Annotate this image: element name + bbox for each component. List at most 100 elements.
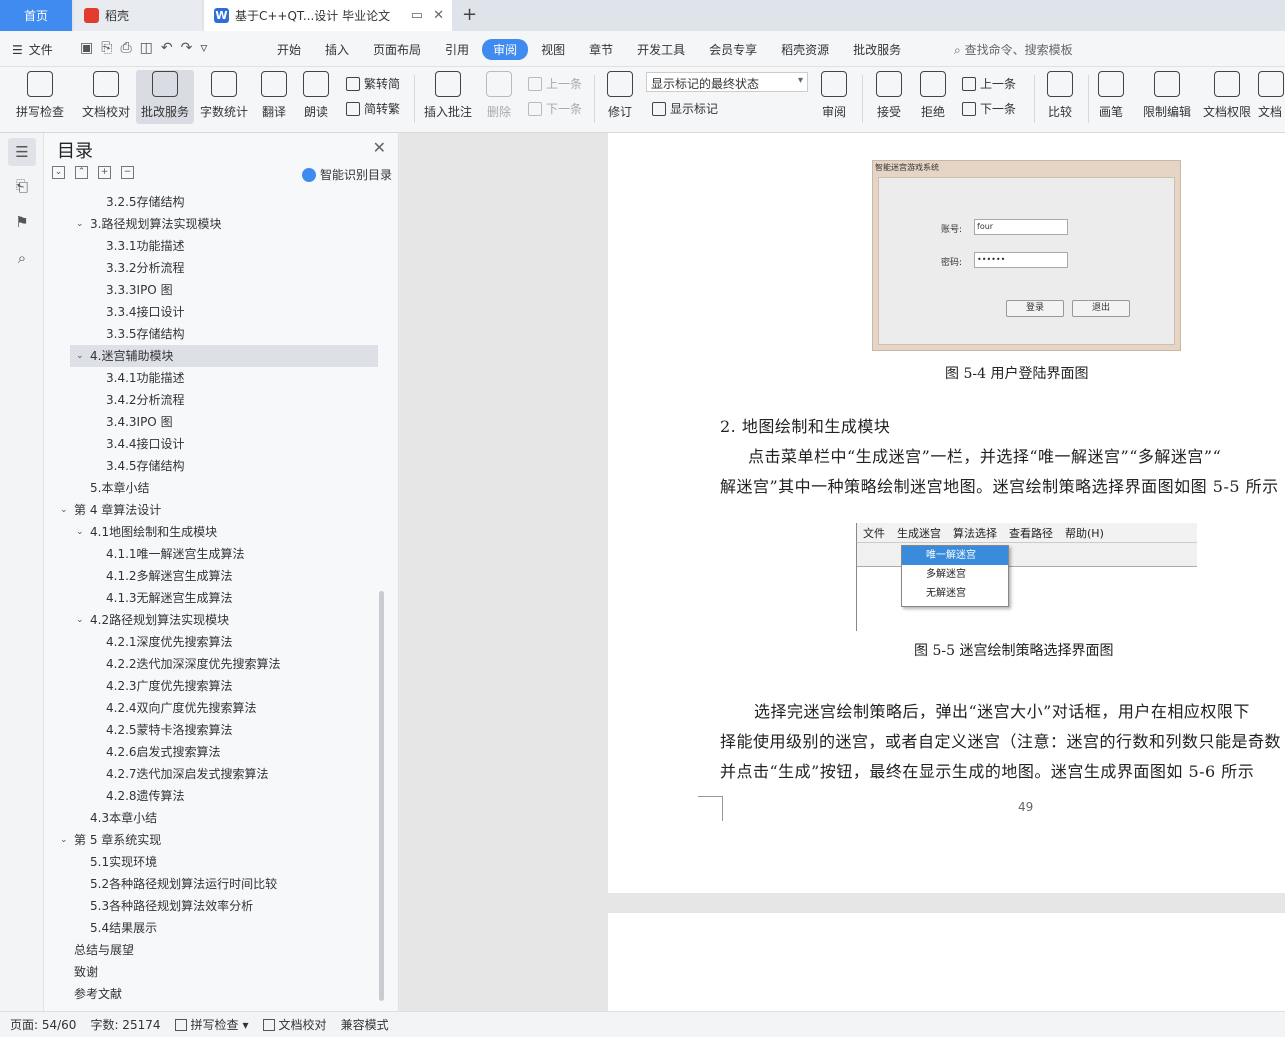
document-more-button[interactable]: 文档 bbox=[1258, 70, 1285, 124]
spell-check-toggle[interactable]: 拼写检查 ▾ bbox=[174, 1016, 249, 1033]
chevron-down-icon[interactable]: ⌄ bbox=[76, 609, 84, 631]
print-icon[interactable]: ⎙ bbox=[120, 40, 131, 56]
toc-item[interactable]: 3.3.4接口设计 bbox=[44, 301, 384, 323]
track-changes-button[interactable]: 修订 bbox=[600, 70, 640, 124]
toc-item[interactable]: ⌄ 4.2路径规划算法实现模块 bbox=[44, 609, 384, 631]
menu-tab[interactable]: 插入 bbox=[314, 39, 360, 60]
tab-document[interactable]: W 基于C++QT...设计 毕业论文 ▭ ✕ bbox=[204, 0, 452, 31]
page-indicator[interactable]: 页面: 54/60 bbox=[10, 1016, 76, 1033]
toc-item[interactable]: ⌄ 第 4 章算法设计 bbox=[44, 499, 384, 521]
bookmark-rail-icon[interactable]: ⚑ bbox=[8, 208, 36, 236]
restrict-editing-button[interactable]: 限制编辑 bbox=[1138, 70, 1196, 124]
chevron-down-icon[interactable]: ⌄ bbox=[60, 499, 68, 521]
undo-icon[interactable]: ↶ bbox=[161, 40, 173, 56]
toc-item[interactable]: 3.4.4接口设计 bbox=[44, 433, 384, 455]
toc-item[interactable]: 3.3.1功能描述 bbox=[44, 235, 384, 257]
prev-change-button[interactable]: 上一条 bbox=[962, 75, 1016, 92]
toc-item[interactable]: ⌄ 3.路径规划算法实现模块 bbox=[44, 213, 384, 235]
menu-tab[interactable]: 稻壳资源 bbox=[770, 39, 840, 60]
toc-item[interactable]: 4.2.5蒙特卡洛搜索算法 bbox=[44, 719, 384, 741]
customize-icon[interactable]: ▿ bbox=[200, 40, 207, 56]
menu-tab[interactable]: 开发工具 bbox=[626, 39, 696, 60]
toc-item[interactable]: 5.2各种路径规划算法运行时间比较 bbox=[44, 873, 384, 895]
save-icon[interactable]: ▣ bbox=[80, 40, 93, 56]
toc-item[interactable]: 3.4.2分析流程 bbox=[44, 389, 384, 411]
search-rail-icon[interactable]: ⌕ bbox=[8, 244, 36, 272]
file-menu[interactable]: ☰ 文件 bbox=[12, 41, 53, 58]
compare-button[interactable]: 比较 bbox=[1040, 70, 1080, 124]
toc-item[interactable]: 4.3本章小结 bbox=[44, 807, 384, 829]
toc-item[interactable]: 致谢 bbox=[44, 961, 384, 983]
trad-to-simp-button[interactable]: 繁转简 bbox=[346, 75, 400, 92]
prev-comment-button[interactable]: 上一条 bbox=[528, 75, 582, 92]
menu-tab[interactable]: 会员专享 bbox=[698, 39, 768, 60]
toc-item[interactable]: 3.3.2分析流程 bbox=[44, 257, 384, 279]
menu-tab[interactable]: 页面布局 bbox=[362, 39, 432, 60]
toc-item[interactable]: 3.4.1功能描述 bbox=[44, 367, 384, 389]
insert-comment-button[interactable]: 插入批注 bbox=[420, 70, 476, 124]
toc-rail-icon[interactable]: ☰ bbox=[8, 138, 36, 166]
print-preview-icon[interactable]: ◫ bbox=[140, 40, 153, 56]
toc-item[interactable]: 4.2.8遗传算法 bbox=[44, 785, 384, 807]
add-level-icon[interactable]: + bbox=[98, 166, 111, 179]
simp-to-trad-button[interactable]: 简转繁 bbox=[346, 100, 400, 117]
word-count-indicator[interactable]: 字数: 25174 bbox=[90, 1016, 160, 1033]
toc-item[interactable]: 4.2.6启发式搜索算法 bbox=[44, 741, 384, 763]
menu-tab[interactable]: 章节 bbox=[578, 39, 624, 60]
toc-item[interactable]: 总结与展望 bbox=[44, 939, 384, 961]
toc-item[interactable]: 5.3各种路径规划算法效率分析 bbox=[44, 895, 384, 917]
toc-item[interactable]: 3.3.3IPO 图 bbox=[44, 279, 384, 301]
toc-item[interactable]: 5.本章小结 bbox=[44, 477, 384, 499]
word-count-button[interactable]: 字数统计 bbox=[198, 70, 250, 124]
toc-item[interactable]: 4.2.1深度优先搜索算法 bbox=[44, 631, 384, 653]
chevron-down-icon[interactable]: ⌄ bbox=[60, 829, 68, 851]
toc-item[interactable]: ⌄ 4.1地图绘制和生成模块 bbox=[44, 521, 384, 543]
toc-item[interactable]: 5.1实现环境 bbox=[44, 851, 384, 873]
pen-button[interactable]: 画笔 bbox=[1094, 70, 1128, 124]
expand-up-icon[interactable]: ⌃ bbox=[75, 166, 88, 179]
close-tab-icon[interactable]: ✕ bbox=[433, 8, 444, 23]
toc-item[interactable]: 4.2.7迭代加深启发式搜索算法 bbox=[44, 763, 384, 785]
toc-item[interactable]: 3.4.3IPO 图 bbox=[44, 411, 384, 433]
toc-item[interactable]: 参考文献 bbox=[44, 983, 384, 1005]
review-pane-button[interactable]: 审阅 bbox=[814, 70, 854, 124]
menu-tab[interactable]: 引用 bbox=[434, 39, 480, 60]
export-pdf-icon[interactable]: ⎘ bbox=[101, 40, 112, 56]
document-page[interactable]: 智能迷宫游戏系统 账号: four 密码: •••••• 登录 退出 图 5-4… bbox=[608, 133, 1285, 893]
spell-check-button[interactable]: 拼写检查 bbox=[8, 70, 72, 124]
toc-item[interactable]: 3.3.5存储结构 bbox=[44, 323, 384, 345]
menu-tab[interactable]: 视图 bbox=[530, 39, 576, 60]
remove-level-icon[interactable]: − bbox=[121, 166, 134, 179]
reject-button[interactable]: 拒绝 bbox=[914, 70, 952, 124]
toc-item[interactable]: 3.2.5存储结构 bbox=[44, 191, 384, 213]
command-search[interactable]: ⌕ 查找命令、搜索模板 bbox=[954, 41, 1073, 58]
toc-item[interactable]: 5.4结果展示 bbox=[44, 917, 384, 939]
document-proof-toggle[interactable]: 文档校对 bbox=[262, 1016, 327, 1033]
toc-item[interactable]: ⌄ 4.迷宫辅助模块 bbox=[70, 345, 378, 367]
redo-icon[interactable]: ↷ bbox=[181, 40, 193, 56]
new-tab-button[interactable]: + bbox=[462, 4, 477, 25]
toc-item[interactable]: 3.4.5存储结构 bbox=[44, 455, 384, 477]
menu-tab[interactable]: 开始 bbox=[266, 39, 312, 60]
document-permission-button[interactable]: 文档权限 bbox=[1200, 70, 1254, 124]
next-change-button[interactable]: 下一条 bbox=[962, 100, 1016, 117]
restore-icon[interactable]: ▭ bbox=[411, 8, 423, 23]
menu-tab[interactable]: 批改服务 bbox=[842, 39, 912, 60]
chevron-down-icon[interactable]: ⌄ bbox=[76, 213, 84, 235]
toc-item[interactable]: 4.1.1唯一解迷宫生成算法 bbox=[44, 543, 384, 565]
toc-item[interactable]: 4.2.2迭代加深深度优先搜索算法 bbox=[44, 653, 384, 675]
toc-item[interactable]: 4.1.2多解迷宫生成算法 bbox=[44, 565, 384, 587]
tab-daoke[interactable]: 稻壳 bbox=[74, 0, 202, 31]
delete-comment-button[interactable]: 删除 bbox=[480, 70, 518, 124]
show-markup-button[interactable]: 显示标记 bbox=[652, 100, 718, 117]
menu-tab[interactable]: 审阅 bbox=[482, 39, 529, 60]
toc-item[interactable]: 4.1.3无解迷宫生成算法 bbox=[44, 587, 384, 609]
chapter-rail-icon[interactable]: ⎗ bbox=[8, 172, 36, 200]
toc-item[interactable]: 4.2.3广度优先搜索算法 bbox=[44, 675, 384, 697]
read-aloud-button[interactable]: 朗读 bbox=[298, 70, 334, 124]
toc-scrollbar[interactable] bbox=[379, 591, 384, 1001]
review-service-button[interactable]: 批改服务 bbox=[136, 70, 194, 124]
close-icon[interactable]: ✕ bbox=[373, 138, 386, 157]
toc-item[interactable]: ⌄ 第 5 章系统实现 bbox=[44, 829, 384, 851]
document-proof-button[interactable]: 文档校对 bbox=[78, 70, 134, 124]
